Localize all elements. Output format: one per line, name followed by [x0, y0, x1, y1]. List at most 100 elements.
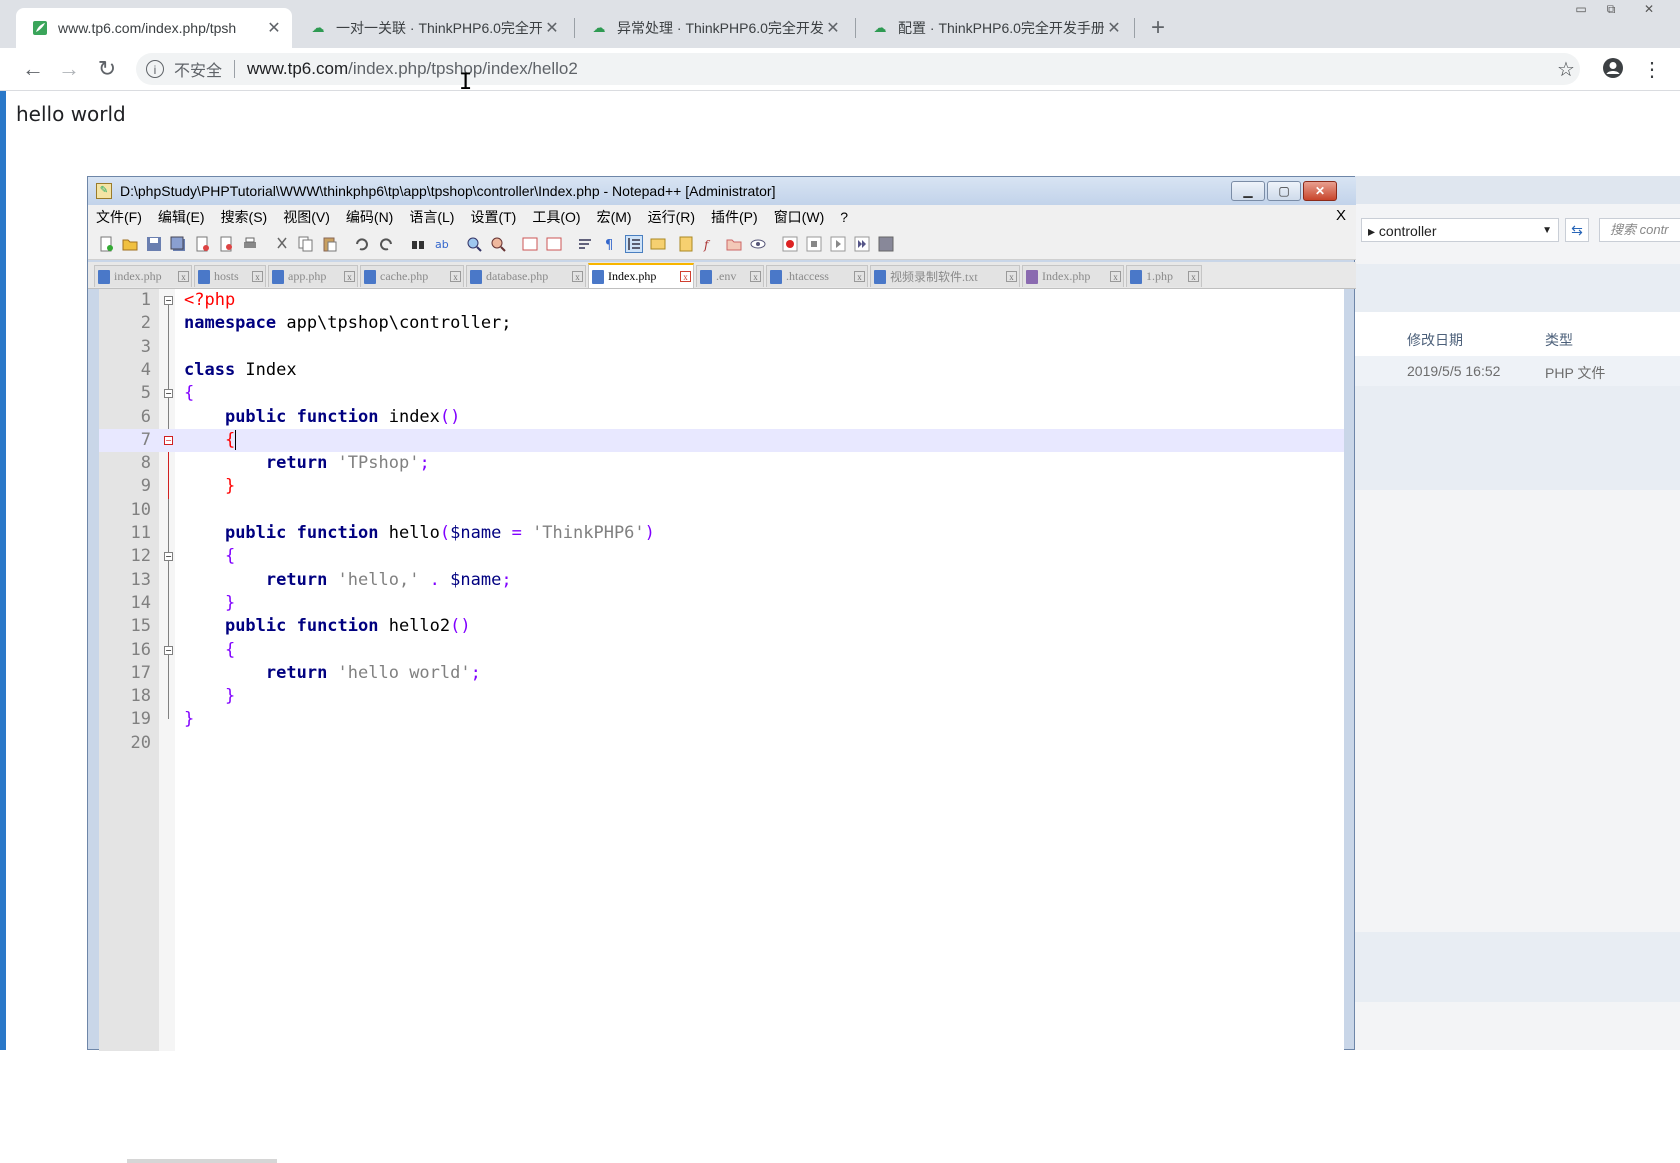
menu-edit[interactable]: 编辑(E) — [150, 207, 213, 227]
file-tab[interactable]: database.php x — [466, 265, 586, 287]
maximize-icon[interactable]: ▢ — [1267, 181, 1301, 201]
replace-icon[interactable]: ab — [434, 236, 450, 252]
save-macro-icon[interactable] — [878, 236, 894, 252]
save-all-icon[interactable] — [170, 236, 186, 252]
file-tab[interactable]: hosts x — [194, 265, 266, 287]
fold-collapse-icon[interactable]: − — [164, 435, 173, 445]
tab-close-icon[interactable]: x — [1188, 271, 1199, 282]
bookmark-star-icon[interactable]: ☆ — [1554, 57, 1578, 82]
record-macro-icon[interactable] — [782, 236, 798, 252]
forward-arrow-icon[interactable]: → — [56, 56, 82, 82]
menu-help[interactable]: ? — [832, 209, 856, 225]
file-row[interactable]: 2019/5/5 16:52 PHP 文件 — [1353, 356, 1680, 386]
menu-kebab-icon[interactable]: ⋮ — [1640, 57, 1664, 82]
tab-close-icon[interactable]: x — [572, 271, 583, 282]
zoom-in-icon[interactable] — [466, 236, 482, 252]
undo-icon[interactable] — [354, 236, 370, 252]
paste-icon[interactable] — [322, 236, 338, 252]
browser-tab-active[interactable]: www.tp6.com/index.php/tpsh ✕ — [16, 8, 292, 48]
file-tab[interactable]: .htaccess x — [766, 265, 868, 287]
menu-macro[interactable]: 宏(M) — [589, 207, 640, 227]
copy-icon[interactable] — [298, 236, 314, 252]
monitoring-eye-icon[interactable] — [750, 236, 766, 252]
file-tab[interactable]: cache.php x — [360, 265, 464, 287]
file-tab[interactable]: app.php x — [268, 265, 358, 287]
close-document-button[interactable]: X — [1336, 207, 1346, 224]
browser-tab[interactable]: ☁ 一对一关联 · ThinkPHP6.0完全开 ✕ — [294, 8, 570, 48]
stop-macro-icon[interactable] — [806, 236, 822, 252]
back-arrow-icon[interactable]: ← — [20, 56, 46, 82]
file-tab[interactable]: .env x — [696, 265, 764, 287]
sync-horizontal-icon[interactable] — [546, 236, 562, 252]
menu-search[interactable]: 搜索(S) — [213, 207, 276, 227]
doc-map-icon[interactable] — [678, 236, 694, 252]
tab-close-icon[interactable]: x — [344, 271, 355, 282]
menu-window[interactable]: 窗口(W) — [766, 207, 833, 227]
open-folder-icon[interactable] — [122, 236, 138, 252]
chevron-down-icon[interactable]: ▼ — [1542, 219, 1552, 243]
tab-close-icon[interactable]: x — [450, 271, 461, 282]
run-macro-multiple-icon[interactable] — [854, 236, 870, 252]
new-file-icon[interactable] — [98, 236, 114, 252]
horizontal-scrollbar[interactable] — [127, 1159, 277, 1163]
tab-close-icon[interactable]: x — [680, 271, 691, 282]
indent-guide-icon[interactable] — [625, 235, 643, 253]
function-list-icon[interactable]: f — [702, 236, 718, 252]
menu-run[interactable]: 运行(R) — [640, 207, 703, 227]
reload-icon[interactable]: ↻ — [94, 56, 120, 82]
menu-file[interactable]: 文件(F) — [88, 207, 150, 227]
play-macro-icon[interactable] — [830, 236, 846, 252]
show-all-chars-icon[interactable]: ¶ — [602, 236, 618, 252]
explorer-search-input[interactable]: 搜索 contr — [1599, 218, 1680, 242]
code-editor[interactable]: 1 − <?php 2 namespace app\tpshop\controller… — [99, 289, 1344, 1163]
browser-tab[interactable]: ☁ 配置 · ThinkPHP6.0完全开发手册 ✕ — [856, 8, 1132, 48]
profile-icon[interactable] — [1601, 57, 1625, 85]
file-tab[interactable]: 1.php x — [1126, 265, 1202, 287]
menu-settings[interactable]: 设置(T) — [462, 207, 524, 227]
sync-vertical-icon[interactable] — [522, 236, 538, 252]
tab-close-icon[interactable]: x — [1110, 271, 1121, 282]
close-window-icon[interactable]: ✕ — [1634, 0, 1664, 18]
security-label[interactable]: 不安全 — [174, 57, 222, 81]
tab-close-icon[interactable]: x — [750, 271, 761, 282]
zoom-out-icon[interactable] — [490, 236, 506, 252]
redo-icon[interactable] — [378, 236, 394, 252]
tab-close-icon[interactable]: x — [854, 271, 865, 282]
find-icon[interactable] — [410, 236, 426, 252]
fold-collapse-icon[interactable]: − — [164, 389, 173, 399]
new-tab-button[interactable]: + — [1146, 14, 1170, 42]
minimize-icon[interactable]: ▭ — [1566, 0, 1596, 18]
refresh-icon[interactable]: ⇆ — [1565, 218, 1589, 242]
tab-close-icon[interactable]: ✕ — [1104, 18, 1124, 38]
tab-close-icon[interactable]: ✕ — [823, 18, 843, 38]
browser-tab[interactable]: ☁ 异常处理 · ThinkPHP6.0完全开发 ✕ — [575, 8, 851, 48]
menu-encoding[interactable]: 编码(N) — [338, 207, 401, 227]
file-tab[interactable]: Index.php x — [1022, 265, 1124, 287]
tab-close-icon[interactable]: ✕ — [264, 18, 284, 38]
fold-collapse-icon[interactable]: − — [164, 552, 173, 562]
minimize-icon[interactable]: ▁ — [1231, 181, 1265, 201]
save-icon[interactable] — [146, 236, 162, 252]
file-tab[interactable]: 视频录制软件.txt x — [870, 265, 1020, 287]
print-icon[interactable] — [242, 236, 258, 252]
close-all-icon[interactable] — [218, 236, 234, 252]
cut-icon[interactable] — [274, 236, 290, 252]
explorer-address-bar[interactable]: ▸ controller ▼ — [1361, 218, 1559, 242]
tab-close-icon[interactable]: x — [1006, 271, 1017, 282]
menu-plugins[interactable]: 插件(P) — [703, 207, 766, 227]
menu-view[interactable]: 视图(V) — [275, 207, 338, 227]
column-modified[interactable]: 修改日期 — [1407, 330, 1463, 350]
tab-close-icon[interactable]: x — [252, 271, 263, 282]
fold-collapse-icon[interactable]: − — [164, 296, 173, 305]
tab-close-icon[interactable]: ✕ — [542, 18, 562, 38]
word-wrap-icon[interactable] — [578, 236, 594, 252]
column-type[interactable]: 类型 — [1545, 330, 1573, 350]
close-window-icon[interactable]: ✕ — [1303, 181, 1337, 201]
file-tab-active[interactable]: Index.php x — [588, 263, 694, 288]
close-file-icon[interactable] — [194, 236, 210, 252]
restore-icon[interactable]: ⧉ — [1596, 0, 1626, 18]
tab-close-icon[interactable]: x — [178, 271, 189, 282]
menu-language[interactable]: 语言(L) — [401, 207, 462, 227]
address-bar[interactable]: i 不安全 www.tp6.com /index.php/tpshop/inde… — [136, 53, 1580, 85]
menu-tools[interactable]: 工具(O) — [524, 207, 588, 227]
